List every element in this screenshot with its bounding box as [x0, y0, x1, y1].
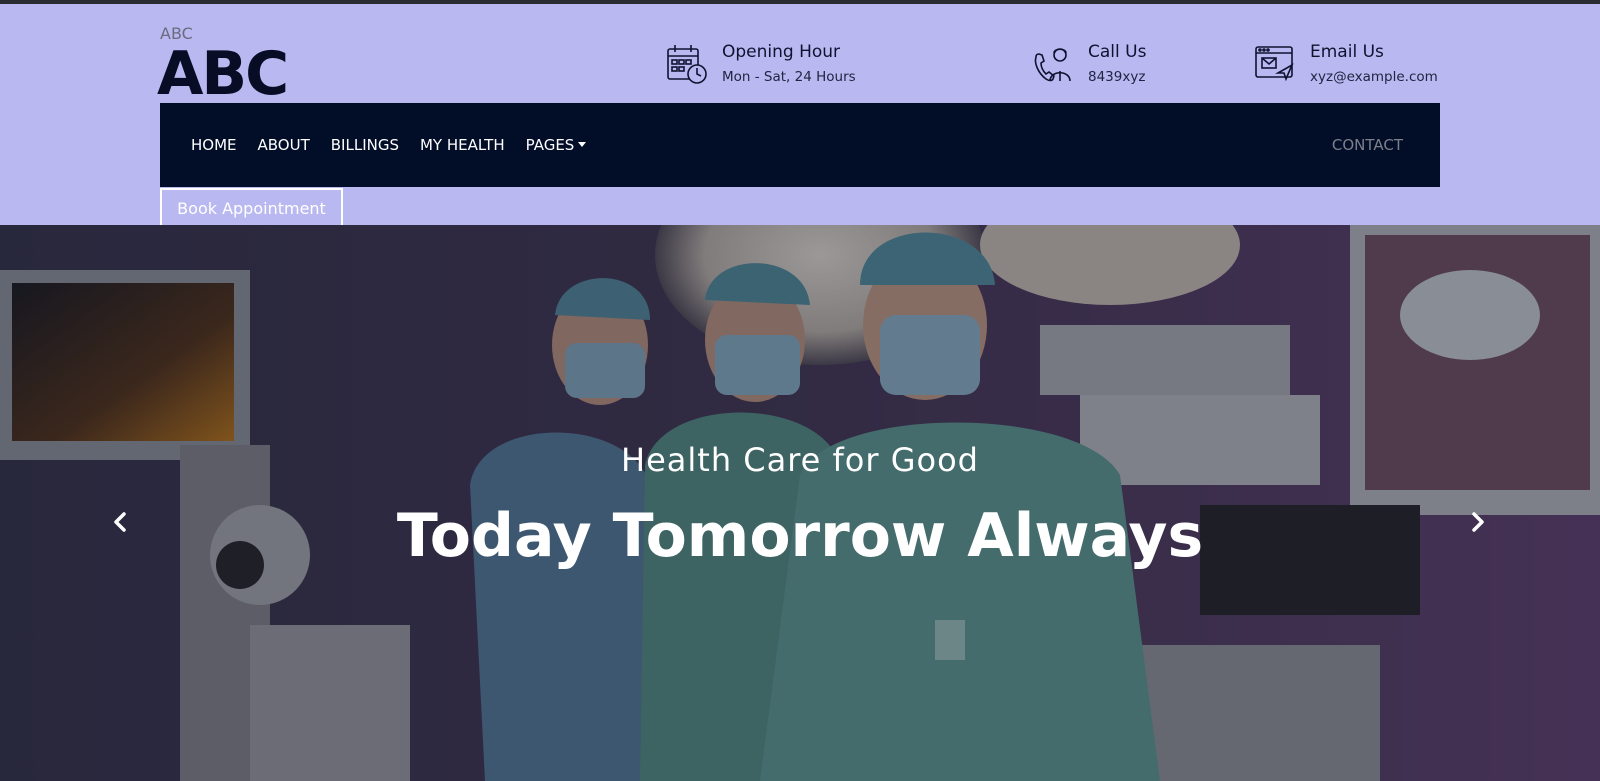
- nav-item-pages-dropdown[interactable]: PAGES: [526, 136, 587, 154]
- caret-down-icon: [578, 142, 587, 147]
- site-header: ABC ABC Opening Hour Mon - Sat, 24 Hours…: [0, 4, 1600, 228]
- main-navbar: HOME ABOUT BILLINGS MY HEALTH PAGES CONT…: [160, 103, 1440, 187]
- opening-hour-title: Opening Hour: [722, 42, 841, 62]
- brand-logo[interactable]: ABC: [157, 42, 287, 102]
- email-us-info: Email Us xyz@example.com: [1254, 40, 1438, 88]
- chevron-right-icon[interactable]: [1466, 508, 1490, 536]
- nav-item-contact[interactable]: CONTACT: [1332, 136, 1403, 154]
- book-appointment-button[interactable]: Book Appointment: [160, 188, 343, 228]
- call-us-detail[interactable]: 8439xyz: [1088, 66, 1146, 88]
- call-us-info: Call Us 8439xyz: [1032, 40, 1146, 88]
- email-window-icon: [1255, 46, 1294, 82]
- nav-item-billings[interactable]: BILLINGS: [331, 136, 399, 154]
- chevron-left-icon[interactable]: [108, 508, 132, 536]
- nav-item-about[interactable]: ABOUT: [258, 136, 310, 154]
- opening-hour-detail: Mon - Sat, 24 Hours: [722, 69, 856, 85]
- brand-tagline: ABC: [160, 24, 193, 43]
- nav-menu: HOME ABOUT BILLINGS MY HEALTH PAGES: [191, 136, 607, 154]
- hero-title: Today Tomorrow Always: [396, 501, 1204, 571]
- opening-hour-info: Opening Hour Mon - Sat, 24 Hours: [666, 40, 856, 88]
- email-us-detail[interactable]: xyz@example.com: [1310, 66, 1438, 88]
- nav-item-pages-label: PAGES: [525, 136, 575, 154]
- hero-subtitle: Health Care for Good: [621, 441, 979, 479]
- hero-carousel: Health Care for Good Today Tomorrow Alwa…: [0, 225, 1600, 781]
- nav-item-home[interactable]: HOME: [191, 136, 237, 154]
- email-us-title: Email Us: [1310, 42, 1384, 62]
- calendar-clock-icon: [667, 45, 707, 84]
- call-us-title: Call Us: [1088, 42, 1147, 62]
- nav-item-my-health[interactable]: MY HEALTH: [420, 136, 505, 154]
- doctor-phone-icon: [1034, 48, 1071, 82]
